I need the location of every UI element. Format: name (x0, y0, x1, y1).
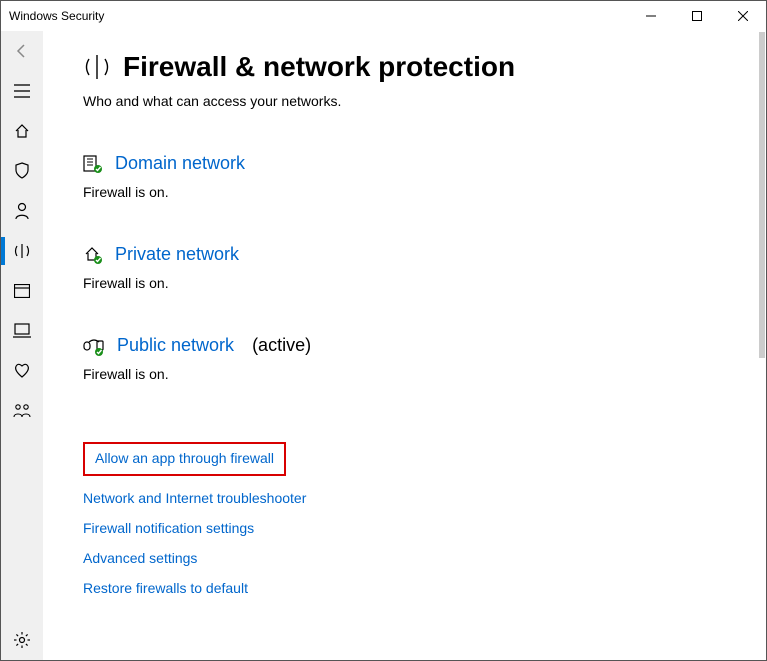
public-network-active-label: (active) (252, 335, 311, 356)
advanced-settings-link[interactable]: Advanced settings (83, 550, 766, 566)
settings-links: Allow an app through firewall Network an… (83, 442, 766, 596)
troubleshooter-link[interactable]: Network and Internet troubleshooter (83, 490, 766, 506)
restore-defaults-link[interactable]: Restore firewalls to default (83, 580, 766, 596)
private-network-link[interactable]: Private network (115, 244, 239, 265)
notifications-link[interactable]: Firewall notification settings (83, 520, 766, 536)
private-network-icon (83, 245, 103, 265)
account-icon[interactable] (1, 191, 43, 231)
public-network-link[interactable]: Public network (117, 335, 234, 356)
home-icon[interactable] (1, 111, 43, 151)
domain-network-status: Firewall is on. (83, 184, 766, 200)
allow-app-link[interactable]: Allow an app through firewall (95, 450, 274, 466)
sidebar (1, 31, 43, 660)
firewall-icon[interactable] (1, 231, 43, 271)
device-performance-icon[interactable] (1, 351, 43, 391)
content-area: Firewall & network protection Who and wh… (43, 31, 766, 660)
settings-icon[interactable] (1, 620, 43, 660)
app-browser-icon[interactable] (1, 271, 43, 311)
title-bar: Windows Security (1, 1, 766, 31)
domain-network-section: Domain network Firewall is on. (83, 153, 766, 200)
scrollbar[interactable] (759, 32, 765, 358)
domain-network-link[interactable]: Domain network (115, 153, 245, 174)
family-options-icon[interactable] (1, 391, 43, 431)
maximize-button[interactable] (674, 1, 720, 31)
public-network-icon (83, 336, 105, 356)
page-subtitle: Who and what can access your networks. (83, 93, 766, 109)
domain-network-icon (83, 154, 103, 174)
page-title: Firewall & network protection (123, 51, 515, 83)
window-controls (628, 1, 766, 31)
private-network-section: Private network Firewall is on. (83, 244, 766, 291)
window-title: Windows Security (9, 9, 104, 23)
close-button[interactable] (720, 1, 766, 31)
device-security-icon[interactable] (1, 311, 43, 351)
firewall-page-icon (83, 53, 111, 81)
page-header: Firewall & network protection (83, 51, 766, 83)
allow-app-highlight: Allow an app through firewall (83, 442, 286, 476)
public-network-section: Public network (active) Firewall is on. (83, 335, 766, 382)
private-network-status: Firewall is on. (83, 275, 766, 291)
back-button[interactable] (1, 31, 43, 71)
menu-button[interactable] (1, 71, 43, 111)
shield-icon[interactable] (1, 151, 43, 191)
public-network-status: Firewall is on. (83, 366, 766, 382)
minimize-button[interactable] (628, 1, 674, 31)
